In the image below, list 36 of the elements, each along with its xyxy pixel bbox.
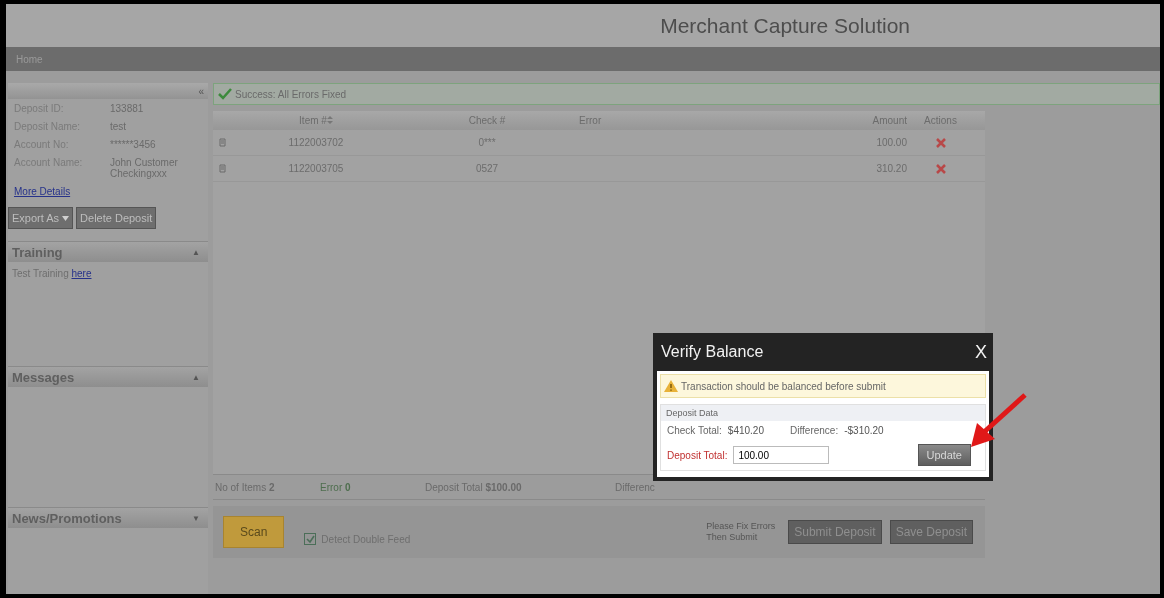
panel-toggle[interactable]: ▲ (192, 247, 200, 257)
field-label: Check Total: (667, 425, 722, 436)
warning-message: Transaction should be balanced before submit (681, 380, 886, 392)
expand-icon[interactable] (218, 164, 226, 173)
field-label: Deposit Total: (667, 449, 728, 461)
field-value: $410.20 (727, 425, 764, 436)
arrow-icon (969, 393, 1027, 449)
warning-icon (664, 380, 678, 392)
field-label: Difference: (790, 425, 839, 436)
sort-icon (326, 116, 333, 124)
delete-icon[interactable] (935, 163, 946, 174)
export-dropdown-button[interactable]: Export As (8, 207, 74, 229)
app-title: Merchant Capture Solution (660, 13, 910, 38)
panel-toggle[interactable]: ▲ (192, 372, 200, 382)
update-button[interactable]: Update (917, 444, 971, 466)
more-details-link[interactable]: More Details (14, 186, 202, 197)
collapse-button[interactable]: « (198, 85, 204, 97)
panel-title: Messages (12, 369, 75, 385)
deposit-total-field[interactable]: 100.00 (733, 446, 830, 464)
close-button[interactable]: X (975, 341, 987, 363)
field-value: -$310.20 (844, 425, 884, 436)
delete-deposit-button[interactable]: Delete Deposit (76, 207, 157, 229)
expand-icon[interactable] (218, 138, 226, 147)
delete-icon[interactable] (935, 137, 946, 148)
dialog-title: Verify Balance (661, 343, 764, 361)
panel-toggle[interactable]: ▼ (192, 513, 200, 523)
panel-title: Training (12, 244, 63, 260)
caret-icon (62, 215, 70, 221)
section-header: Deposit Data (661, 405, 985, 421)
summary-text: Error 0 (320, 481, 352, 493)
panel-title: News/Promotions (12, 510, 122, 526)
scan-button[interactable]: Scan (223, 516, 285, 548)
checkbox[interactable] (304, 533, 317, 545)
training-link[interactable]: here (71, 268, 92, 279)
success-message: Success: All Errors Fixed (235, 88, 347, 100)
checkmark-icon (218, 88, 232, 100)
